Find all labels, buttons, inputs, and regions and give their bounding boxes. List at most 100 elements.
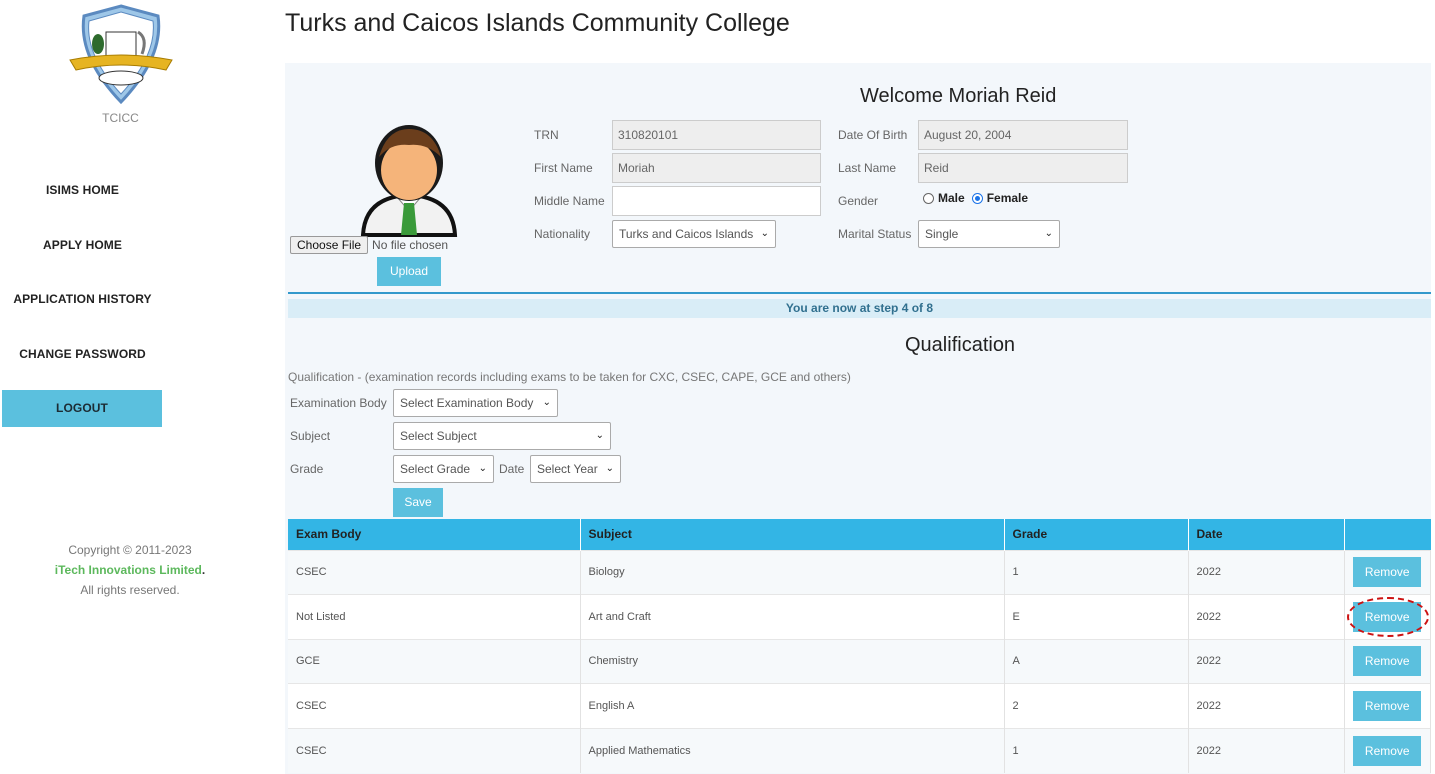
cell-grade: 2 bbox=[1004, 683, 1189, 728]
logo-abbreviation: TCICC bbox=[102, 111, 139, 125]
middle-name-field[interactable] bbox=[612, 186, 821, 216]
header-actions bbox=[1344, 519, 1431, 550]
nationality-label: Nationality bbox=[534, 227, 591, 241]
nav-apply-home[interactable]: APPLY HOME bbox=[0, 238, 165, 252]
qualification-note: Qualification - (examination records inc… bbox=[288, 370, 851, 384]
table-header-row: Exam Body Subject Grade Date bbox=[288, 519, 1431, 550]
chevron-down-icon: ⌄ bbox=[1044, 228, 1053, 239]
subject-select[interactable]: Select Subject ⌄ bbox=[393, 422, 611, 450]
nationality-select[interactable]: Turks and Caicos Islands ⌄ bbox=[612, 220, 776, 248]
exam-body-label: Examination Body bbox=[290, 396, 387, 410]
header-subject: Subject bbox=[580, 519, 1005, 550]
company-dot: . bbox=[201, 563, 206, 577]
nav-application-history[interactable]: APPLICATION HISTORY bbox=[0, 292, 165, 306]
choose-file-button[interactable]: Choose File bbox=[290, 236, 369, 254]
marital-status-label: Marital Status bbox=[838, 227, 912, 241]
welcome-heading: Welcome Moriah Reid bbox=[860, 85, 1057, 107]
table-row: Not Listed Art and Craft E 2022 Remove bbox=[288, 594, 1431, 639]
cell-subject: English A bbox=[580, 683, 1005, 728]
step-indicator: You are now at step 4 of 8 bbox=[288, 299, 1431, 318]
trn-label: TRN bbox=[534, 128, 559, 142]
grade-label: Grade bbox=[290, 462, 324, 476]
cell-subject: Chemistry bbox=[580, 638, 1005, 684]
table-row: CSEC Applied Mathematics 1 2022 Remove bbox=[288, 727, 1431, 773]
copyright: Copyright © 2011-2023 iTech Innovations … bbox=[40, 540, 220, 600]
subject-value: Select Subject bbox=[400, 429, 477, 443]
save-button[interactable]: Save bbox=[393, 488, 443, 517]
header-date: Date bbox=[1188, 519, 1345, 550]
gender-options: Male Female bbox=[923, 191, 1028, 205]
cell-subject: Biology bbox=[580, 549, 1005, 595]
sidebar: TCICC ISIMS HOME APPLY HOME APPLICATION … bbox=[0, 0, 205, 774]
application-panel: Welcome Moriah Reid Choose File No file … bbox=[285, 63, 1431, 774]
chevron-down-icon: ⌄ bbox=[478, 463, 487, 474]
qualification-table: Exam Body Subject Grade Date CSEC Biolog… bbox=[288, 519, 1431, 773]
cell-exam-body: Not Listed bbox=[288, 594, 581, 639]
dob-label: Date Of Birth bbox=[838, 128, 908, 142]
cell-date: 2022 bbox=[1188, 727, 1345, 773]
company-link[interactable]: iTech Innovations Limited bbox=[55, 563, 202, 577]
nationality-value: Turks and Caicos Islands bbox=[619, 227, 754, 241]
remove-button[interactable]: Remove bbox=[1353, 735, 1422, 766]
chevron-down-icon: ⌄ bbox=[542, 397, 551, 408]
upload-button[interactable]: Upload bbox=[377, 257, 441, 286]
header-exam-body: Exam Body bbox=[288, 519, 581, 550]
cell-date: 2022 bbox=[1188, 594, 1345, 639]
remove-button[interactable]: Remove bbox=[1353, 690, 1422, 721]
college-logo bbox=[68, 2, 174, 108]
header-grade: Grade bbox=[1004, 519, 1189, 550]
cell-exam-body: CSEC bbox=[288, 727, 581, 773]
section-divider bbox=[288, 292, 1431, 294]
chevron-down-icon: ⌄ bbox=[605, 463, 614, 474]
cell-exam-body: GCE bbox=[288, 638, 581, 684]
cell-grade: A bbox=[1004, 638, 1189, 684]
dob-field[interactable]: August 20, 2004 bbox=[918, 120, 1128, 150]
file-picker: Choose File No file chosen bbox=[290, 236, 448, 254]
exam-body-select[interactable]: Select Examination Body ⌄ bbox=[393, 389, 558, 417]
gender-female-radio[interactable] bbox=[971, 192, 983, 204]
cell-date: 2022 bbox=[1188, 638, 1345, 684]
qualification-heading: Qualification bbox=[905, 334, 1016, 356]
last-name-field[interactable]: Reid bbox=[918, 153, 1128, 183]
grade-select[interactable]: Select Grade ⌄ bbox=[393, 455, 494, 483]
table-row: GCE Chemistry A 2022 Remove bbox=[288, 638, 1431, 684]
middle-name-label: Middle Name bbox=[534, 194, 605, 208]
trn-field[interactable]: 310820101 bbox=[612, 120, 821, 150]
marital-status-value: Single bbox=[925, 227, 959, 241]
last-name-label: Last Name bbox=[838, 161, 897, 175]
gender-label: Gender bbox=[838, 194, 879, 208]
chevron-down-icon: ⌄ bbox=[595, 430, 604, 441]
cell-grade: 1 bbox=[1004, 549, 1189, 595]
cell-exam-body: CSEC bbox=[288, 549, 581, 595]
nav-isims-home[interactable]: ISIMS HOME bbox=[0, 183, 165, 197]
avatar-icon bbox=[357, 115, 461, 237]
gender-female-label: Female bbox=[986, 191, 1029, 205]
gender-male-label: Male bbox=[938, 191, 965, 205]
file-status: No file chosen bbox=[372, 238, 449, 252]
cell-subject: Applied Mathematics bbox=[580, 727, 1005, 773]
remove-button[interactable]: Remove bbox=[1353, 557, 1422, 588]
cell-actions: Remove bbox=[1344, 549, 1431, 595]
table-row: CSEC Biology 1 2022 Remove bbox=[288, 549, 1431, 595]
copyright-text: Copyright © 2011-2023 bbox=[68, 543, 192, 557]
subject-label: Subject bbox=[290, 429, 331, 443]
date-label: Date bbox=[499, 462, 525, 476]
year-select[interactable]: Select Year ⌄ bbox=[530, 455, 621, 483]
chevron-down-icon: ⌄ bbox=[760, 228, 769, 239]
cell-actions: Remove bbox=[1344, 638, 1431, 684]
rights-text: All rights reserved. bbox=[80, 583, 180, 597]
exam-body-value: Select Examination Body bbox=[400, 396, 534, 410]
first-name-label: First Name bbox=[534, 161, 593, 175]
cell-date: 2022 bbox=[1188, 549, 1345, 595]
table-row: CSEC English A 2 2022 Remove bbox=[288, 683, 1431, 728]
remove-button[interactable]: Remove bbox=[1353, 646, 1422, 677]
cell-grade: E bbox=[1004, 594, 1189, 639]
first-name-field[interactable]: Moriah bbox=[612, 153, 821, 183]
marital-status-select[interactable]: Single ⌄ bbox=[918, 220, 1060, 248]
gender-male-radio[interactable] bbox=[923, 192, 934, 204]
logout-button[interactable]: LOGOUT bbox=[2, 390, 162, 427]
cell-exam-body: CSEC bbox=[288, 683, 581, 728]
cell-actions: Remove bbox=[1344, 727, 1431, 773]
nav-change-password[interactable]: CHANGE PASSWORD bbox=[0, 347, 165, 361]
remove-button[interactable]: Remove bbox=[1347, 596, 1430, 637]
